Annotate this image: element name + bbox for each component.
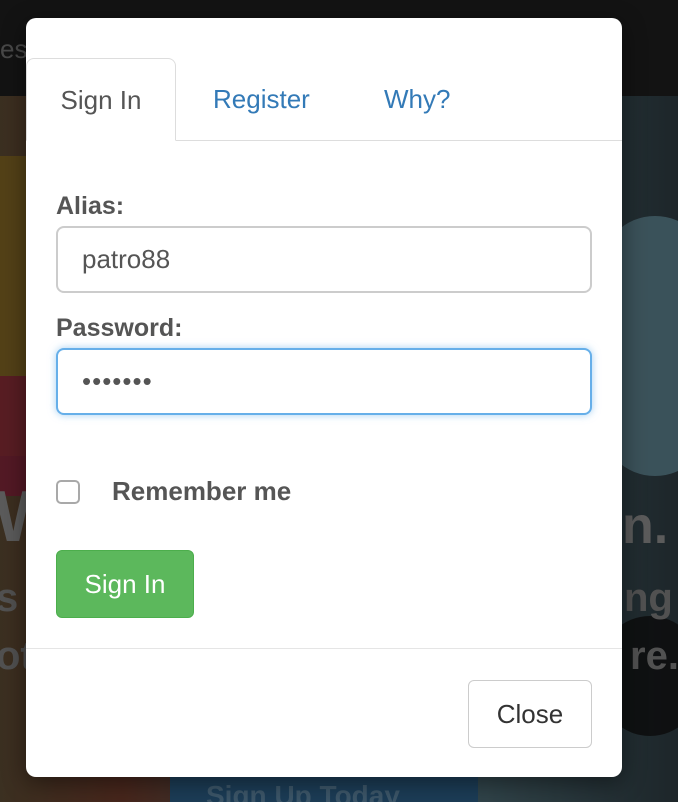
modal-tabs: Sign In Register Why?	[26, 58, 622, 141]
sign-in-button[interactable]: Sign In	[56, 550, 194, 618]
tab-register[interactable]: Register	[213, 58, 310, 140]
signin-modal: Sign In Register Why? Alias: Password: R…	[26, 18, 622, 777]
tab-why[interactable]: Why?	[384, 58, 450, 140]
footer-divider	[26, 648, 622, 649]
remember-me-label[interactable]: Remember me	[112, 476, 291, 507]
remember-me-checkbox[interactable]	[56, 480, 80, 504]
alias-input[interactable]	[56, 226, 592, 293]
tab-sign-in[interactable]: Sign In	[26, 58, 176, 141]
password-label: Password:	[56, 314, 183, 342]
alias-label: Alias:	[56, 192, 125, 220]
password-input[interactable]	[56, 348, 592, 415]
close-button[interactable]: Close	[468, 680, 592, 748]
